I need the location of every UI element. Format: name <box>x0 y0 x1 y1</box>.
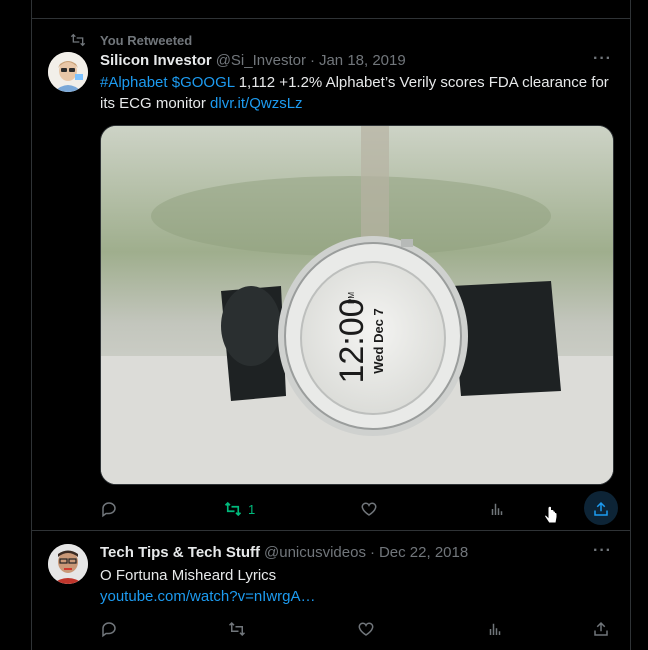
tweet-text: #Alphabet $GOOGL 1,112 +1.2% Alphabet’s … <box>100 72 620 114</box>
share-icon <box>594 621 608 636</box>
tweet-actions <box>100 618 622 642</box>
tweet-header: Silicon Investor @Si_Investor · Jan 18, 20… <box>100 52 410 69</box>
reply-button[interactable] <box>100 618 118 640</box>
tweet-text: O Fortuna Misheard Lyrics youtube.com/wa… <box>100 565 620 607</box>
views-button[interactable] <box>488 498 506 520</box>
more-icon[interactable]: ··· <box>593 50 612 68</box>
author-handle[interactable]: @unicusvideos <box>264 544 366 561</box>
views-icon <box>491 503 503 515</box>
like-button[interactable] <box>357 618 375 640</box>
like-icon <box>361 502 377 516</box>
tweet-body: O Fortuna Misheard Lyrics <box>100 567 277 584</box>
retweet-context: You Retweeted <box>70 31 192 49</box>
watch-photo: 12:00 Wed Dec 7 PM <box>101 126 613 484</box>
like-icon <box>358 622 374 636</box>
reply-icon <box>102 502 116 518</box>
tweet-date[interactable]: Dec 22, 2018 <box>379 544 468 561</box>
tweet-link[interactable]: dlvr.it/QwzsLz <box>210 95 303 112</box>
author-name[interactable]: Silicon Investor <box>100 52 212 69</box>
top-divider <box>32 18 630 19</box>
tweet-date[interactable]: Jan 18, 2019 <box>319 52 406 69</box>
share-button[interactable] <box>592 618 610 640</box>
reply-button[interactable] <box>100 498 118 520</box>
retweet-icon <box>224 501 242 517</box>
views-icon <box>489 623 501 635</box>
meta-dot: · <box>309 52 315 69</box>
retweet-count: 1 <box>248 501 256 517</box>
watch-date: Wed Dec 7 <box>371 308 386 374</box>
cursor-icon <box>544 506 558 524</box>
reply-icon <box>102 622 116 638</box>
like-button[interactable] <box>360 498 378 520</box>
views-button[interactable] <box>486 618 504 640</box>
tweet-divider <box>32 530 630 531</box>
watch-ampm: PM <box>347 292 356 304</box>
hashtag-link[interactable]: #Alphabet <box>100 74 168 91</box>
tweet-link[interactable]: youtube.com/watch?v=nIwrgA… <box>100 586 620 607</box>
retweet-button[interactable] <box>228 618 246 640</box>
tweet-meta: @unicusvideos · Dec 22, 2018 <box>264 544 472 561</box>
avatar[interactable] <box>48 52 88 92</box>
retweet-icon <box>228 621 246 637</box>
share-icon <box>594 501 608 516</box>
more-icon[interactable]: ··· <box>593 542 612 560</box>
tweet-meta: @Si_Investor · Jan 18, 2019 <box>216 52 410 69</box>
share-button[interactable] <box>584 491 618 525</box>
avatar[interactable] <box>48 544 88 584</box>
tweet-media-image[interactable]: 12:00 Wed Dec 7 PM <box>100 125 614 485</box>
meta-dot: · <box>369 544 375 561</box>
timeline-column: You Retweeted Silicon Investor @Si_Inves… <box>31 0 631 650</box>
retweet-button[interactable]: 1 <box>224 498 255 520</box>
retweet-context-label: You Retweeted <box>100 32 193 48</box>
author-name[interactable]: Tech Tips & Tech Stuff <box>100 544 260 561</box>
watch-time: 12:00 <box>333 298 371 383</box>
retweet-icon <box>70 33 86 47</box>
tweet-header: Tech Tips & Tech Stuff @unicusvideos · Dec… <box>100 544 472 561</box>
author-handle[interactable]: @Si_Investor <box>216 52 306 69</box>
cashtag-link[interactable]: $GOOGL <box>172 74 235 91</box>
